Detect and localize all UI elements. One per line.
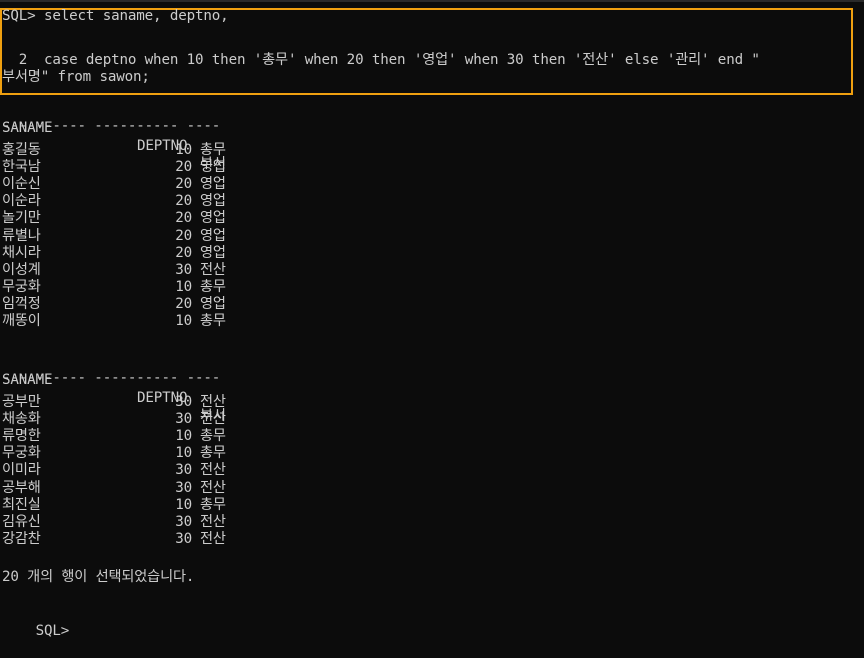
cell-saname: 무궁화 <box>2 445 41 462</box>
cell-dept: 전산 <box>200 479 226 496</box>
cell-saname: 무궁화 <box>2 278 41 295</box>
cell-deptno: 20 <box>175 176 192 193</box>
cell-dept: 총무 <box>200 428 226 445</box>
cell-saname: 류명한 <box>2 428 41 445</box>
final-prompt[interactable]: SQL> <box>2 604 70 639</box>
cell-deptno: 20 <box>175 244 192 261</box>
table-row: 공부해 30 전산 <box>2 479 302 497</box>
window-top-border <box>0 0 864 2</box>
table-row: 무궁화 10 총무 <box>2 278 302 296</box>
header-separator-1: ---------- ---------- ---- <box>2 118 221 134</box>
cell-saname: 이순라 <box>2 193 41 210</box>
cell-dept: 영업 <box>200 227 226 244</box>
table-row: 한국남 20 영업 <box>2 158 302 176</box>
table-row: 최진실 10 총무 <box>2 496 302 514</box>
cell-saname: 홍길동 <box>2 142 41 158</box>
cell-saname: 김유신 <box>2 513 41 530</box>
cell-dept: 전산 <box>200 462 226 479</box>
table-row: 놀기만 20 영업 <box>2 209 302 227</box>
table-row: 강감찬 30 전산 <box>2 530 302 548</box>
table-row: 임꺽정 20 영업 <box>2 295 302 313</box>
cell-deptno: 30 <box>175 462 192 479</box>
cell-deptno: 10 <box>175 142 192 158</box>
cell-saname: 깨똥이 <box>2 313 41 329</box>
table-row: 이순라 20 영업 <box>2 192 302 210</box>
cell-saname: 이미라 <box>2 462 41 479</box>
cell-deptno: 30 <box>175 479 192 496</box>
cell-deptno: 20 <box>175 295 192 312</box>
cell-deptno: 10 <box>175 278 192 295</box>
cell-deptno: 10 <box>175 445 192 462</box>
table-row: 김유신 30 전산 <box>2 513 302 531</box>
header-separator-2: ---------- ---------- ---- <box>2 370 221 386</box>
table-row: 류명한 10 총무 <box>2 427 302 445</box>
cell-dept: 영업 <box>200 244 226 261</box>
cell-dept: 영업 <box>200 159 226 176</box>
table-row: 이순신 20 영업 <box>2 175 302 193</box>
cell-deptno: 10 <box>175 496 192 513</box>
cell-deptno: 30 <box>175 261 192 278</box>
table-row: 무궁화 10 총무 <box>2 444 302 462</box>
cell-saname: 공부해 <box>2 479 41 496</box>
cell-saname: 류별나 <box>2 227 41 244</box>
cell-saname: 강감찬 <box>2 530 41 547</box>
table-row: 깨똥이 10 총무 <box>2 312 302 330</box>
cell-saname: 최진실 <box>2 496 41 513</box>
cell-deptno: 20 <box>175 227 192 244</box>
cell-dept: 전산 <box>200 411 226 428</box>
table-row: 이미라 30 전산 <box>2 461 302 479</box>
cell-dept: 영업 <box>200 193 226 210</box>
query-line-1: SQL> select saname, deptno, <box>2 8 229 24</box>
cell-saname: 채시라 <box>2 244 41 261</box>
terminal-console[interactable]: SQL> select saname, deptno, 2 case deptn… <box>0 5 860 639</box>
cell-dept: 총무 <box>200 445 226 462</box>
cell-dept: 총무 <box>200 278 226 295</box>
cell-saname: 놀기만 <box>2 210 41 227</box>
cell-deptno: 30 <box>175 394 192 410</box>
query-line-2: 2 case deptno when 10 then '총무' when 20 … <box>2 52 760 68</box>
cell-deptno: 10 <box>175 428 192 445</box>
cell-saname: 임꺽정 <box>2 295 41 312</box>
cell-deptno: 20 <box>175 159 192 176</box>
cell-deptno: 20 <box>175 193 192 210</box>
cell-deptno: 30 <box>175 530 192 547</box>
cell-deptno: 30 <box>175 513 192 530</box>
cell-saname: 이성계 <box>2 261 41 278</box>
cell-saname: 한국남 <box>2 159 41 176</box>
table-row: 채시라 20 영업 <box>2 244 302 262</box>
query-line-3: 부서명" from sawon; <box>2 69 150 85</box>
table-row: 채송화 30 전산 <box>2 410 302 428</box>
cell-deptno: 30 <box>175 411 192 428</box>
cell-deptno: 10 <box>175 313 192 329</box>
cell-dept: 전산 <box>200 513 226 530</box>
cell-dept: 영업 <box>200 295 226 312</box>
table-row: 류별나 20 영업 <box>2 227 302 245</box>
cell-saname: 공부만 <box>2 394 41 410</box>
table-row: 이성계 30 전산 <box>2 261 302 279</box>
cell-dept: 전산 <box>200 261 226 278</box>
cell-saname: 채송화 <box>2 411 41 428</box>
cell-dept: 영업 <box>200 210 226 227</box>
cell-dept: 전산 <box>200 394 226 410</box>
cell-dept: 총무 <box>200 313 226 329</box>
table-row: 공부만 30 전산 <box>2 393 302 411</box>
cell-dept: 총무 <box>200 496 226 513</box>
cell-dept: 총무 <box>200 142 226 158</box>
cell-deptno: 20 <box>175 210 192 227</box>
cell-dept: 영업 <box>200 176 226 193</box>
cell-dept: 전산 <box>200 530 226 547</box>
table-row: 홍길동 10 총무 <box>2 141 302 159</box>
prompt-text: SQL> <box>35 623 70 639</box>
cell-saname: 이순신 <box>2 176 41 193</box>
rows-selected-summary: 20 개의 행이 선택되었습니다. <box>2 569 195 585</box>
